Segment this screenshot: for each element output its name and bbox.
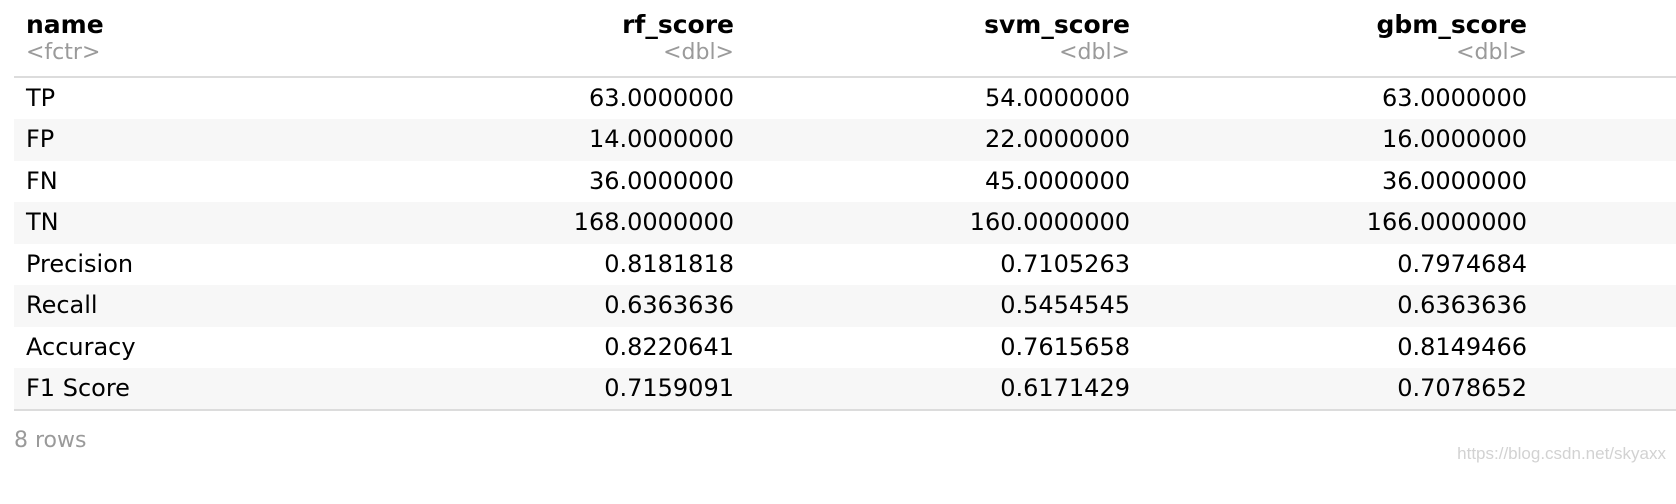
row-filler [1541, 77, 1676, 119]
row-filler [1541, 244, 1676, 286]
table-row: FP 14.0000000 22.0000000 16.0000000 [14, 119, 1676, 161]
watermark: https://blog.csdn.net/skyaxx [1457, 444, 1666, 463]
row-filler [1541, 285, 1676, 327]
cell-name: F1 Score [14, 368, 354, 411]
row-filler [1541, 119, 1676, 161]
cell-rf-score: 0.6363636 [354, 285, 748, 327]
cell-rf-score: 63.0000000 [588, 84, 734, 112]
cell-rf-score: 0.7159091 [354, 368, 748, 411]
cell-name: FN [26, 166, 58, 195]
data-table-container: name <fctr> rf_score <dbl> svm_score <db… [14, 0, 1676, 411]
column-name: gbm_score [1376, 10, 1527, 39]
cell-name: Precision [26, 249, 134, 278]
cell-gbm-score: 0.7078652 [1144, 368, 1541, 411]
cell-gbm-score: 166.0000000 [1144, 202, 1541, 244]
cell-svm-score: 54.0000000 [984, 84, 1130, 112]
cell-gbm-score: 0.6363636 [1144, 285, 1541, 327]
cell-gbm-score: 0.7974684 [1397, 249, 1527, 278]
cell-rf-score: 0.8181818 [604, 249, 734, 278]
table-row: TP 63.0000000 54.0000000 63.0000000 [14, 77, 1676, 119]
row-filler [1541, 161, 1676, 203]
table-row: FN 36.0000000 45.0000000 36.0000000 [14, 161, 1676, 203]
cell-svm-score: 22.0000000 [748, 119, 1144, 161]
column-name: rf_score [622, 10, 734, 39]
column-name: svm_score [984, 10, 1130, 39]
column-type: <dbl> [1456, 40, 1527, 65]
data-table: name <fctr> rf_score <dbl> svm_score <db… [14, 0, 1676, 411]
cell-svm-score: 160.0000000 [748, 202, 1144, 244]
column-type: <fctr> [26, 40, 101, 65]
table-body: TP 63.0000000 54.0000000 63.0000000 FP 1… [14, 77, 1676, 411]
cell-name: TP [26, 84, 56, 112]
table-row: Precision 0.8181818 0.7105263 0.7974684 [14, 244, 1676, 286]
table-header: name <fctr> rf_score <dbl> svm_score <db… [14, 0, 1676, 78]
cell-gbm-score: 0.8149466 [1397, 332, 1527, 361]
cell-gbm-score: 63.0000000 [1381, 84, 1527, 112]
cell-name: Recall [14, 285, 354, 327]
cell-svm-score: 0.6171429 [748, 368, 1144, 411]
cell-name: FP [14, 119, 354, 161]
column-header-name[interactable]: name <fctr> [14, 0, 354, 78]
column-type: <dbl> [663, 40, 734, 65]
row-filler [1541, 368, 1676, 411]
column-name: name [26, 10, 104, 39]
cell-svm-score: 0.7615658 [1000, 332, 1130, 361]
cell-gbm-score: 36.0000000 [1381, 166, 1527, 195]
cell-rf-score: 168.0000000 [354, 202, 748, 244]
cell-name: TN [14, 202, 354, 244]
header-row: name <fctr> rf_score <dbl> svm_score <db… [14, 0, 1676, 78]
column-header-svm-score[interactable]: svm_score <dbl> [748, 0, 1144, 78]
column-type: <dbl> [1059, 40, 1130, 65]
header-filler [1541, 0, 1676, 78]
cell-gbm-score: 16.0000000 [1144, 119, 1541, 161]
cell-svm-score: 0.5454545 [748, 285, 1144, 327]
table-row: Accuracy 0.8220641 0.7615658 0.8149466 [14, 327, 1676, 369]
row-filler [1541, 327, 1676, 369]
cell-name: Accuracy [26, 332, 136, 361]
cell-rf-score: 0.8220641 [604, 332, 734, 361]
table-row: F1 Score 0.7159091 0.6171429 0.7078652 [14, 368, 1676, 411]
cell-svm-score: 0.7105263 [1000, 249, 1130, 278]
cell-svm-score: 45.0000000 [984, 166, 1130, 195]
cell-rf-score: 36.0000000 [588, 166, 734, 195]
table-row: Recall 0.6363636 0.5454545 0.6363636 [14, 285, 1676, 327]
cell-rf-score: 14.0000000 [354, 119, 748, 161]
row-filler [1541, 202, 1676, 244]
table-row: TN 168.0000000 160.0000000 166.0000000 [14, 202, 1676, 244]
row-count: 8 rows [14, 428, 87, 453]
column-header-gbm-score[interactable]: gbm_score <dbl> [1144, 0, 1541, 78]
column-header-rf-score[interactable]: rf_score <dbl> [354, 0, 748, 78]
